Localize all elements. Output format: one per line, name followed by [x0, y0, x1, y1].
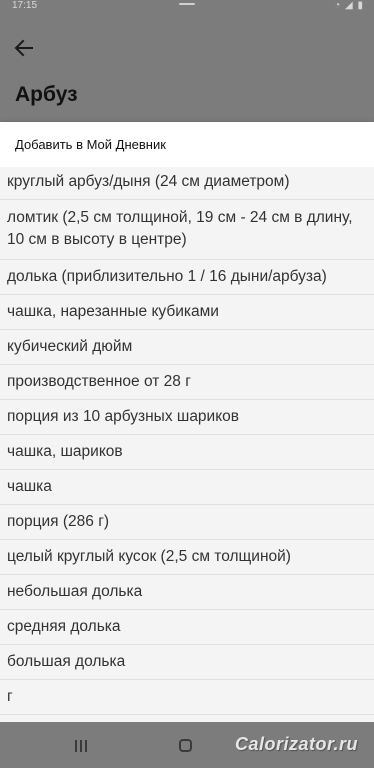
- page-title: Арбуз: [15, 83, 78, 106]
- serving-option[interactable]: небольшая долька: [0, 575, 374, 610]
- status-time: 17:15: [12, 0, 38, 11]
- serving-option[interactable]: ломтик (2,5 см толщиной, 19 см - 24 см в…: [0, 200, 374, 260]
- serving-option[interactable]: производственное от 28 г: [0, 365, 374, 400]
- serving-size-sheet: Добавить в Мой Дневник круглый арбуз/дын…: [0, 122, 374, 722]
- status-bar: 17:15 ◔ ◢ ▮: [0, 0, 374, 14]
- sheet-title: Добавить в Мой Дневник: [0, 122, 374, 167]
- back-arrow-icon[interactable]: [12, 36, 36, 60]
- status-icons: ◔ ◢ ▮: [334, 0, 364, 11]
- serving-option[interactable]: круглый арбуз/дыня (24 см диаметром): [0, 167, 374, 200]
- serving-option[interactable]: чашка: [0, 470, 374, 505]
- serving-option[interactable]: порция (286 г): [0, 505, 374, 540]
- serving-option[interactable]: порция из 10 арбузных шариков: [0, 400, 374, 435]
- system-nav-bar: Calorizator.ru: [0, 722, 374, 768]
- serving-option[interactable]: средняя долька: [0, 610, 374, 645]
- serving-option[interactable]: кубический дюйм: [0, 330, 374, 365]
- app-bar: Арбуз: [0, 14, 374, 122]
- serving-option[interactable]: целый круглый кусок (2,5 см толщиной): [0, 540, 374, 575]
- serving-option[interactable]: большая долька: [0, 645, 374, 680]
- watermark-logo: Calorizator.ru: [234, 734, 358, 754]
- serving-option[interactable]: г: [0, 680, 374, 715]
- home-icon[interactable]: [179, 739, 192, 752]
- serving-option[interactable]: чашка, нарезанные кубиками: [0, 295, 374, 330]
- serving-options-list: круглый арбуз/дыня (24 см диаметром) лом…: [0, 167, 374, 715]
- recent-apps-icon[interactable]: [74, 739, 88, 752]
- serving-option[interactable]: чашка, шариков: [0, 435, 374, 470]
- serving-option[interactable]: долька (приблизительно 1 / 16 дыни/арбуз…: [0, 260, 374, 295]
- notification-handle: [179, 3, 195, 5]
